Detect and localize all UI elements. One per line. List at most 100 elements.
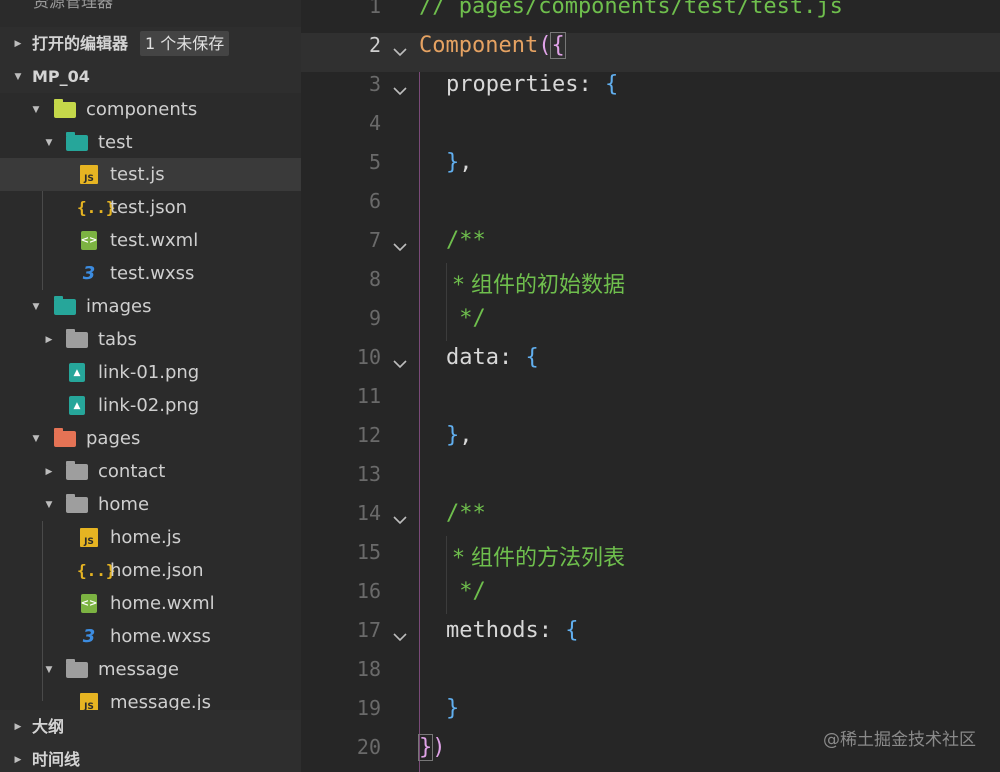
code-text: // pages/components/test/test.js <box>419 0 843 33</box>
open-editors-section[interactable]: ▶ 打开的编辑器 1 个未保存 <box>0 27 301 60</box>
code-line[interactable]: 10 data: { <box>301 345 1000 384</box>
chevron-right-icon: ▶ <box>14 38 22 49</box>
code-text: */ <box>446 306 486 345</box>
property-token: properties <box>446 72 579 97</box>
bracket-token: { <box>525 345 539 370</box>
bracket-token: ( <box>538 33 552 58</box>
fold-chevron-icon[interactable] <box>392 501 408 540</box>
code-line[interactable]: 9 */ <box>301 306 1000 345</box>
code-line[interactable]: 8 * 组件的初始数据 <box>301 267 1000 306</box>
tree-item-tabs[interactable]: ▶ tabs <box>0 323 301 356</box>
code-line[interactable]: 5 }, <box>301 150 1000 189</box>
line-number: 14 <box>356 501 381 525</box>
json-file-icon: {..} <box>77 561 116 580</box>
code-text: }, <box>446 150 473 189</box>
tree-item-message[interactable]: ▼ message <box>0 653 301 686</box>
comment-token: */ <box>446 579 486 604</box>
code-line[interactable]: 3 properties: { <box>301 72 1000 111</box>
folder-components-icon <box>54 99 76 118</box>
chevron-right-icon: ▶ <box>14 754 22 765</box>
punctuation-token: , <box>459 423 473 448</box>
chevron-down-icon: ▼ <box>45 664 53 675</box>
code-line[interactable]: 14 /** <box>301 501 1000 540</box>
code-editor[interactable]: 1 // pages/components/test/test.js 2 Com… <box>301 0 1000 772</box>
tree-item-components[interactable]: ▼ components <box>0 93 301 126</box>
chevron-down-icon: ▼ <box>14 71 22 82</box>
tree-item-test-folder[interactable]: ▼ test <box>0 126 301 159</box>
js-file-icon: JS <box>80 528 98 547</box>
code-line-current[interactable]: 2 Component({ <box>301 32 1000 72</box>
folder-icon <box>66 461 88 480</box>
code-line[interactable]: 16 */ <box>301 579 1000 618</box>
code-line[interactable]: 4 <box>301 111 1000 150</box>
fold-chevron-icon[interactable] <box>392 72 408 111</box>
tree-item-home-wxss[interactable]: 3 home.wxss <box>0 620 301 653</box>
code-line[interactable]: 13 <box>301 462 1000 501</box>
line-number: 7 <box>368 228 381 252</box>
bracket-token: { <box>604 72 619 97</box>
tree-item-images[interactable]: ▼ images <box>0 290 301 323</box>
tree-item-label: home.wxss <box>110 626 211 647</box>
tree-item-home-json[interactable]: {..} home.json <box>0 554 301 587</box>
tree-item-pages[interactable]: ▼ pages <box>0 422 301 455</box>
bracket-token: { <box>565 618 579 643</box>
tree-item-link-01[interactable]: ▲ link-01.png <box>0 356 301 389</box>
line-number: 10 <box>356 345 381 369</box>
code-text: /** <box>446 228 486 267</box>
code-line[interactable]: 6 <box>301 189 1000 228</box>
chevron-right-icon: ▶ <box>45 466 53 477</box>
tree-item-test-wxml[interactable]: <> test.wxml <box>0 224 301 257</box>
tree-item-home[interactable]: ▼ home <box>0 488 301 521</box>
code-line[interactable]: 15 * 组件的方法列表 <box>301 540 1000 579</box>
bracket-token: } <box>446 696 460 721</box>
code-text: * 组件的方法列表 <box>446 540 625 579</box>
project-label: MP_04 <box>32 67 90 86</box>
line-number: 5 <box>368 150 381 174</box>
chevron-down-icon: ▼ <box>32 301 40 312</box>
code-text: */ <box>446 579 486 618</box>
fold-chevron-icon[interactable] <box>392 228 408 267</box>
code-line[interactable]: 12 }, <box>301 423 1000 462</box>
project-section[interactable]: ▼ MP_04 <box>0 60 301 93</box>
code-line[interactable]: 11 <box>301 384 1000 423</box>
line-number: 3 <box>368 72 381 96</box>
fold-chevron-icon[interactable] <box>392 618 408 657</box>
line-number: 12 <box>356 423 381 447</box>
chevron-down-icon: ▼ <box>45 137 53 148</box>
code-text: properties: { <box>446 72 618 111</box>
more-actions-icon[interactable]: ··· <box>250 0 268 5</box>
tree-item-label: link-01.png <box>98 362 200 383</box>
chevron-down-icon: ▼ <box>45 499 53 510</box>
code-line[interactable]: 17 methods: { <box>301 618 1000 657</box>
json-file-icon: {..} <box>77 198 116 217</box>
outline-section[interactable]: ▶ 大纲 <box>0 710 301 743</box>
tree-item-contact[interactable]: ▶ contact <box>0 455 301 488</box>
wxml-file-icon: <> <box>81 594 97 613</box>
tree-item-label: images <box>86 296 152 317</box>
tree-item-link-02[interactable]: ▲ link-02.png <box>0 389 301 422</box>
tree-item-home-wxml[interactable]: <> home.wxml <box>0 587 301 620</box>
tree-item-test-wxss[interactable]: 3 test.wxss <box>0 257 301 290</box>
folder-pages-icon <box>54 428 76 447</box>
explorer-sidebar: 资源管理器 ··· ▶ 打开的编辑器 1 个未保存 ▼ MP_04 ▼ comp… <box>0 0 301 772</box>
punctuation-token: : <box>498 345 526 370</box>
line-number: 13 <box>356 462 381 486</box>
wxss-file-icon: 3 <box>82 263 96 284</box>
code-line[interactable]: 7 /** <box>301 228 1000 267</box>
line-number: 9 <box>368 306 381 330</box>
tree-item-test-json[interactable]: {..} test.json <box>0 191 301 224</box>
watermark: @稀土掘金技术社区 <box>823 730 976 750</box>
code-line[interactable]: 1 // pages/components/test/test.js <box>301 0 1000 33</box>
bracket-token: } <box>446 150 460 175</box>
code-line[interactable]: 18 <box>301 657 1000 696</box>
timeline-section[interactable]: ▶ 时间线 <box>0 743 301 772</box>
tree-item-home-js[interactable]: JS home.js <box>0 521 301 554</box>
tree-item-label: home <box>98 494 150 515</box>
comment-token: /** <box>446 501 486 526</box>
bracket-token: } <box>417 734 434 761</box>
wxml-file-icon: <> <box>81 231 97 250</box>
tree-item-test-js[interactable]: JS test.js <box>0 158 301 191</box>
code-text: }) <box>417 734 446 772</box>
fold-chevron-icon[interactable] <box>392 33 408 72</box>
fold-chevron-icon[interactable] <box>392 345 408 384</box>
